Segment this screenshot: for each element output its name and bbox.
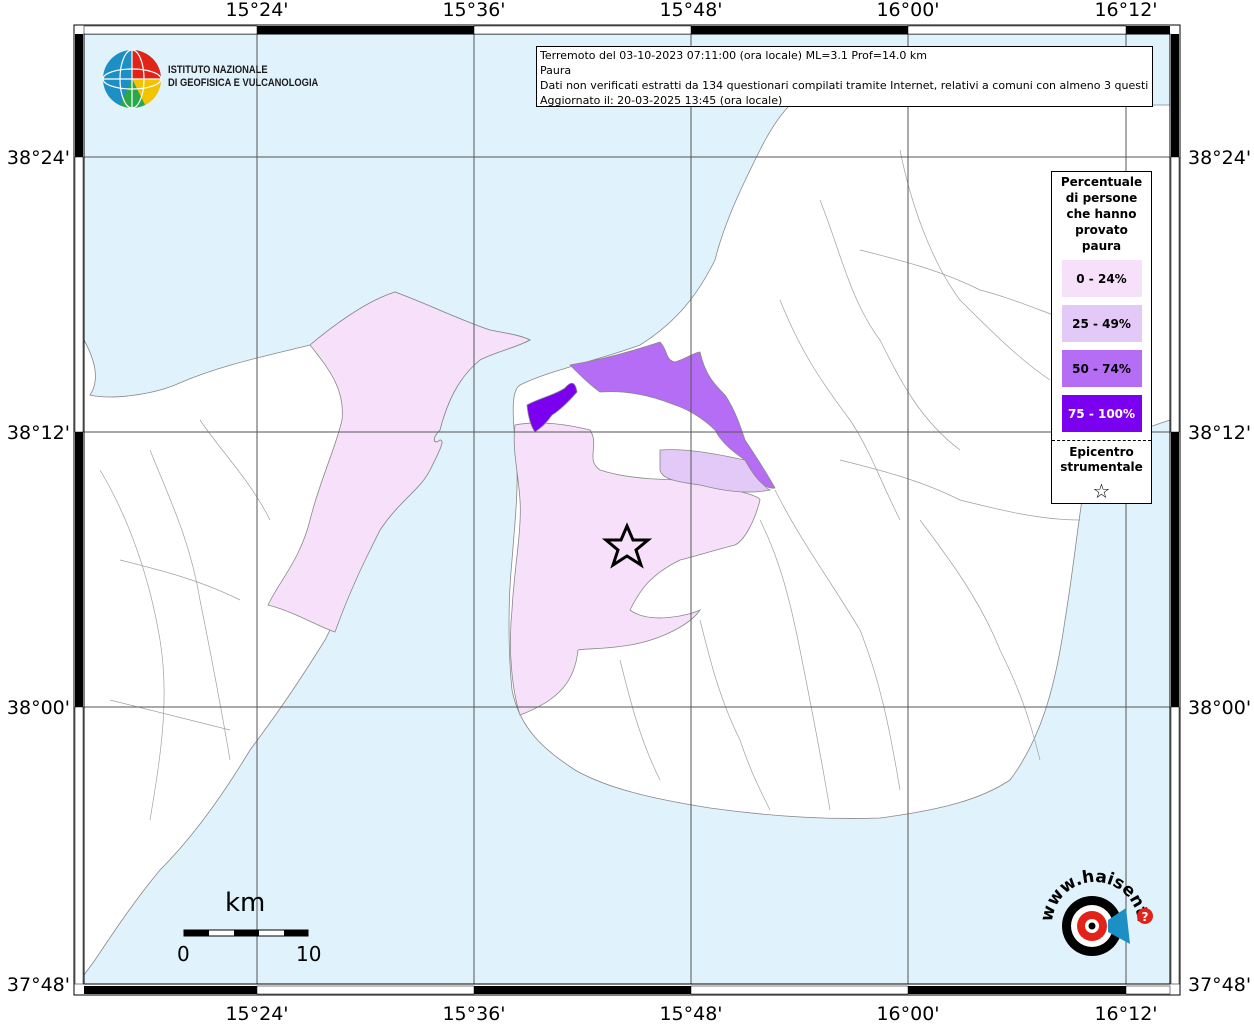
- scale-min: 0: [177, 942, 190, 966]
- svg-text:?: ?: [1142, 910, 1149, 924]
- haisentito-logo: www.haisentitoilterremoto.it ?: [1021, 845, 1160, 990]
- legend-item-50-74: 50 - 74%: [1061, 350, 1142, 387]
- bottom-label-2: 15°36': [442, 1003, 505, 1024]
- bottom-label-3: 15°48': [659, 1003, 722, 1024]
- axis-right-labels: 38°24' 38°12' 38°00' 37°48': [1188, 147, 1251, 996]
- top-label-1: 15°24': [225, 0, 288, 21]
- top-label-2: 15°36': [442, 0, 505, 21]
- left-label-3: 38°00': [7, 697, 70, 719]
- legend-item-25-49: 25 - 49%: [1061, 305, 1142, 342]
- legend-separator: [1052, 440, 1151, 441]
- globe-icon: [102, 49, 162, 109]
- top-label-3: 15°48': [659, 0, 722, 21]
- top-label-5: 16°12': [1094, 0, 1157, 21]
- right-label-2: 38°12': [1188, 422, 1251, 444]
- bottom-label-4: 16°00': [876, 1003, 939, 1024]
- axis-top-labels: 15°24' 15°36' 15°48' 16°00' 16°12': [225, 0, 1157, 21]
- bottom-label-5: 16°12': [1094, 1003, 1157, 1024]
- scale-max: 10: [296, 942, 322, 966]
- parameter-line: Paura: [540, 64, 572, 77]
- target-icon: www.haisentitoilterremoto.it ?: [1021, 845, 1153, 956]
- left-label-4: 37°48': [7, 974, 70, 996]
- event-line: Terremoto del 03-10-2023 07:11:00 (ora l…: [540, 49, 928, 62]
- ingv-name-line2: DI GEOFISICA E VULCANOLOGIA: [168, 77, 319, 89]
- right-label-3: 38°00': [1188, 697, 1251, 719]
- legend-item-0-24: 0 - 24%: [1061, 260, 1142, 297]
- legend: Percentuale di persone che hanno provato…: [1051, 171, 1152, 504]
- right-label-4: 37°48': [1188, 974, 1251, 996]
- axis-bottom-labels: 15°24' 15°36' 15°48' 16°00' 16°12': [225, 1003, 1157, 1024]
- updated-line: Aggiornato il: 20-03-2025 13:45 (ora loc…: [540, 94, 783, 107]
- legend-item-75-100: 75 - 100%: [1061, 395, 1142, 432]
- bottom-label-1: 15°24': [225, 1003, 288, 1024]
- scale-bar: [183, 929, 309, 937]
- ingv-name-line1: ISTITUTO NAZIONALE: [168, 64, 268, 76]
- right-label-1: 38°24': [1188, 147, 1251, 169]
- data-note-line: Dati non verificati estratti da 134 ques…: [540, 79, 1149, 92]
- left-label-1: 38°24': [7, 147, 70, 169]
- legend-items: 0 - 24% 25 - 49% 50 - 74% 75 - 100%: [1052, 260, 1151, 432]
- event-info-box: Terremoto del 03-10-2023 07:11:00 (ora l…: [536, 46, 1153, 107]
- left-label-2: 38°12': [7, 422, 70, 444]
- ingv-name: ISTITUTO NAZIONALE DI GEOFISICA E VULCAN…: [168, 64, 318, 90]
- axis-left-labels: 38°24' 38°12' 38°00' 37°48': [7, 147, 70, 996]
- legend-star-icon: ☆: [1092, 479, 1111, 503]
- top-label-4: 16°00': [876, 0, 939, 21]
- legend-epicenter-label: Epicentro strumentale: [1060, 445, 1143, 474]
- scale-unit: km: [225, 888, 266, 918]
- legend-title: Percentuale di persone che hanno provato…: [1060, 175, 1143, 253]
